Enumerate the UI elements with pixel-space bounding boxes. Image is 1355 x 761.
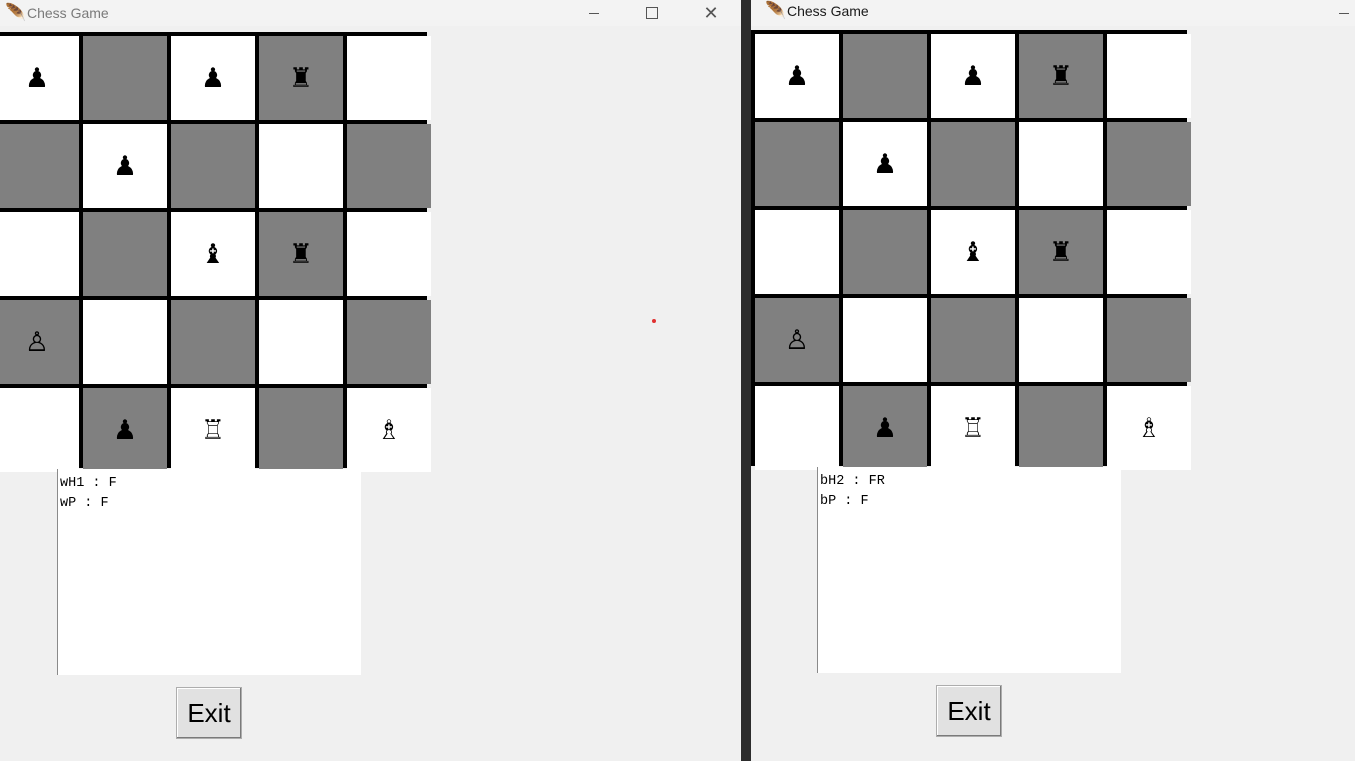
- board-square[interactable]: [1107, 34, 1191, 118]
- board-square[interactable]: [755, 386, 839, 470]
- board-square[interactable]: ♖: [171, 388, 255, 472]
- board-square[interactable]: ♗: [1107, 386, 1191, 470]
- board-square[interactable]: [259, 300, 343, 384]
- board-square[interactable]: [259, 124, 343, 208]
- board-square[interactable]: [1019, 386, 1103, 470]
- chess-piece-icon: ♟: [112, 414, 138, 446]
- chess-piece-icon: ♜: [288, 238, 314, 270]
- board-square[interactable]: [0, 124, 79, 208]
- board-square[interactable]: ♟: [755, 34, 839, 118]
- board-square[interactable]: [843, 34, 927, 118]
- minimize-icon: [589, 12, 599, 14]
- log-line: wP : F: [60, 496, 109, 511]
- board-square[interactable]: ♟: [843, 122, 927, 206]
- board-square[interactable]: [1019, 298, 1103, 382]
- board-square[interactable]: [755, 122, 839, 206]
- board-square[interactable]: ♟: [931, 34, 1015, 118]
- close-icon: ✕: [703, 2, 719, 23]
- board-square[interactable]: ♟: [83, 124, 167, 208]
- board-square[interactable]: ♗: [347, 388, 431, 472]
- chess-piece-icon: ♜: [1048, 60, 1074, 92]
- board-square[interactable]: [83, 212, 167, 296]
- chess-piece-icon: ♝: [960, 236, 986, 268]
- minimize-button[interactable]: [1339, 0, 1355, 26]
- window-title: Chess Game: [27, 5, 109, 21]
- chess-piece-icon: ♟: [112, 150, 138, 182]
- chess-piece-icon: ♜: [288, 62, 314, 94]
- board-square[interactable]: [347, 36, 431, 120]
- chess-piece-icon: ♗: [1136, 412, 1162, 444]
- board-square[interactable]: [1107, 122, 1191, 206]
- board-square[interactable]: [347, 212, 431, 296]
- chess-piece-icon: ♟: [960, 60, 986, 92]
- chess-piece-icon: ♖: [960, 412, 986, 444]
- board-square[interactable]: [843, 298, 927, 382]
- board-square[interactable]: ♙: [755, 298, 839, 382]
- chess-board: ♟ ♟ ♜ ♟ ♝ ♜ ♙ ♟ ♖ ♗: [0, 32, 431, 472]
- chess-window-left: 🪶 Chess Game ✕ ♟ ♟ ♜ ♟ ♝ ♜ ♙ ♟ ♖ ♗ wH1 : F wP : F…: [0, 0, 741, 761]
- minimize-icon: [1339, 12, 1349, 14]
- board-square[interactable]: ♙: [0, 300, 79, 384]
- board-square[interactable]: [347, 300, 431, 384]
- log-line: bP : F: [820, 494, 869, 509]
- feather-icon: 🪶: [765, 1, 787, 20]
- board-square[interactable]: [83, 36, 167, 120]
- board-square[interactable]: [1019, 122, 1103, 206]
- board-square[interactable]: [0, 212, 79, 296]
- exit-button[interactable]: Exit: [936, 685, 1002, 737]
- chess-piece-icon: ♖: [200, 414, 226, 446]
- board-square[interactable]: [259, 388, 343, 472]
- move-log[interactable]: bH2 : FR bP : F: [817, 467, 1121, 673]
- log-line: bH2 : FR: [820, 474, 885, 489]
- board-square[interactable]: [755, 210, 839, 294]
- board-square[interactable]: ♟: [83, 388, 167, 472]
- board-square[interactable]: ♟: [0, 36, 79, 120]
- board-square[interactable]: ♝: [931, 210, 1015, 294]
- chess-piece-icon: ♟: [200, 62, 226, 94]
- cursor-dot: [652, 319, 656, 323]
- board-square[interactable]: [171, 300, 255, 384]
- chess-piece-icon: ♜: [1048, 236, 1074, 268]
- minimize-button[interactable]: [571, 0, 617, 26]
- board-square[interactable]: [931, 298, 1015, 382]
- chess-window-right: 🪶 Chess Game ♟ ♟ ♜ ♟ ♝ ♜ ♙ ♟ ♖ ♗ bH2 : FR bP : F …: [751, 0, 1355, 761]
- board-square[interactable]: ♖: [931, 386, 1015, 470]
- close-button[interactable]: ✕: [688, 0, 734, 26]
- chess-piece-icon: ♙: [784, 324, 810, 356]
- board-square[interactable]: ♜: [1019, 210, 1103, 294]
- exit-button[interactable]: Exit: [176, 687, 242, 739]
- chess-board: ♟ ♟ ♜ ♟ ♝ ♜ ♙ ♟ ♖ ♗: [751, 30, 1191, 470]
- background-window-strip: [741, 0, 751, 761]
- board-square[interactable]: [347, 124, 431, 208]
- title-bar[interactable]: 🪶 Chess Game: [751, 0, 1355, 26]
- chess-piece-icon: ♙: [24, 326, 50, 358]
- board-square[interactable]: [1107, 298, 1191, 382]
- title-bar[interactable]: 🪶 Chess Game ✕: [0, 0, 741, 26]
- move-log[interactable]: wH1 : F wP : F: [57, 469, 361, 675]
- board-square[interactable]: [171, 124, 255, 208]
- feather-icon: 🪶: [5, 3, 27, 22]
- board-square[interactable]: [0, 388, 79, 472]
- board-square[interactable]: [931, 122, 1015, 206]
- maximize-icon: [646, 7, 658, 19]
- board-square[interactable]: [843, 210, 927, 294]
- board-square[interactable]: ♜: [1019, 34, 1103, 118]
- chess-piece-icon: ♟: [24, 62, 50, 94]
- maximize-button[interactable]: [629, 0, 675, 26]
- chess-piece-icon: ♟: [784, 60, 810, 92]
- chess-piece-icon: ♟: [872, 148, 898, 180]
- log-line: wH1 : F: [60, 476, 117, 491]
- window-title: Chess Game: [787, 3, 869, 19]
- board-square[interactable]: ♟: [171, 36, 255, 120]
- board-square[interactable]: [83, 300, 167, 384]
- chess-piece-icon: ♟: [872, 412, 898, 444]
- chess-piece-icon: ♗: [376, 414, 402, 446]
- board-square[interactable]: ♜: [259, 36, 343, 120]
- board-square[interactable]: ♟: [843, 386, 927, 470]
- chess-piece-icon: ♝: [200, 238, 226, 270]
- board-square[interactable]: ♝: [171, 212, 255, 296]
- board-square[interactable]: ♜: [259, 212, 343, 296]
- board-square[interactable]: [1107, 210, 1191, 294]
